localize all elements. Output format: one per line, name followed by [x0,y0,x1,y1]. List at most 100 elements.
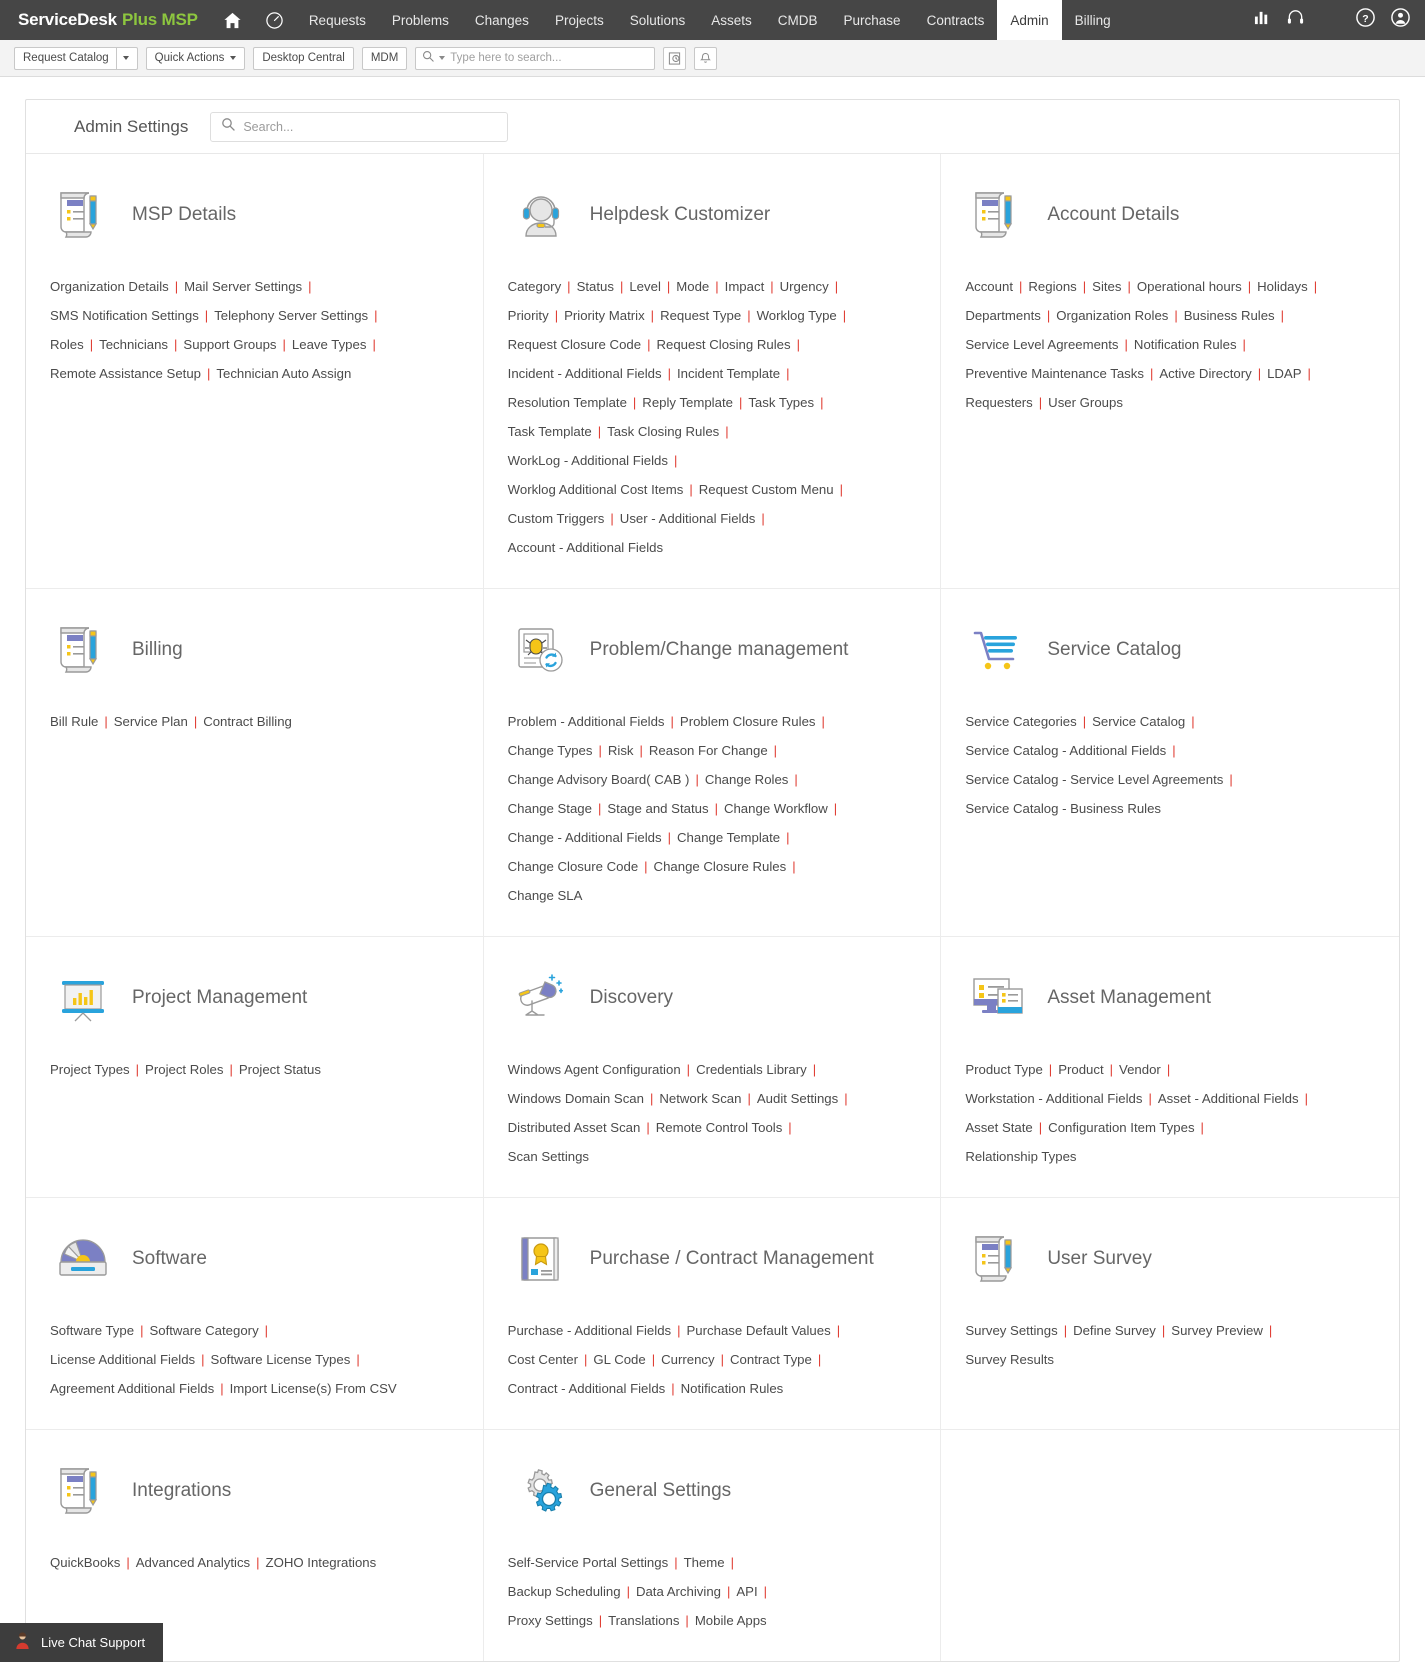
link-backup-scheduling[interactable]: Backup Scheduling [508,1584,621,1599]
link-user-groups[interactable]: User Groups [1048,395,1123,410]
link-project-status[interactable]: Project Status [239,1062,321,1077]
link-agreement-additional-fields[interactable]: Agreement Additional Fields [50,1381,214,1396]
link-task-closing-rules[interactable]: Task Closing Rules [607,424,719,439]
link-product-type[interactable]: Product Type [965,1062,1042,1077]
link-sites[interactable]: Sites [1092,279,1121,294]
link-vendor[interactable]: Vendor [1119,1062,1161,1077]
link-survey-preview[interactable]: Survey Preview [1171,1323,1263,1338]
link-windows-domain-scan[interactable]: Windows Domain Scan [508,1091,644,1106]
link-product[interactable]: Product [1058,1062,1103,1077]
link-request-closure-code[interactable]: Request Closure Code [508,337,641,352]
link-request-type[interactable]: Request Type [660,308,741,323]
link-user-additional-fields[interactable]: User - Additional Fields [620,511,756,526]
nav-item-problems[interactable]: Problems [379,0,462,40]
bar-chart-icon[interactable] [1253,9,1272,31]
link-ldap[interactable]: LDAP [1267,366,1301,381]
link-import-license-s-from-csv[interactable]: Import License(s) From CSV [230,1381,397,1396]
link-incident-template[interactable]: Incident Template [677,366,780,381]
link-distributed-asset-scan[interactable]: Distributed Asset Scan [508,1120,641,1135]
nav-item-solutions[interactable]: Solutions [617,0,699,40]
link-survey-settings[interactable]: Survey Settings [965,1323,1057,1338]
link-level[interactable]: Level [629,279,661,294]
link-proxy-settings[interactable]: Proxy Settings [508,1613,593,1628]
link-requesters[interactable]: Requesters [965,395,1032,410]
link-category[interactable]: Category [508,279,562,294]
link-api[interactable]: API [736,1584,757,1599]
link-workstation-additional-fields[interactable]: Workstation - Additional Fields [965,1091,1142,1106]
link-purchase-additional-fields[interactable]: Purchase - Additional Fields [508,1323,671,1338]
link-problem-closure-rules[interactable]: Problem Closure Rules [680,714,816,729]
link-change-stage[interactable]: Change Stage [508,801,592,816]
link-zoho-integrations[interactable]: ZOHO Integrations [266,1555,377,1570]
link-incident-additional-fields[interactable]: Incident - Additional Fields [508,366,662,381]
link-request-custom-menu[interactable]: Request Custom Menu [699,482,834,497]
link-remote-assistance-setup[interactable]: Remote Assistance Setup [50,366,201,381]
global-search-input[interactable]: Type here to search... [415,46,656,70]
desktop-central-button[interactable]: Desktop Central [253,46,354,70]
nav-item-assets[interactable]: Assets [698,0,765,40]
link-contract-billing[interactable]: Contract Billing [203,714,292,729]
link-software-category[interactable]: Software Category [149,1323,258,1338]
link-risk[interactable]: Risk [608,743,634,758]
link-worklog-additional-fields[interactable]: WorkLog - Additional Fields [508,453,668,468]
link-change-closure-rules[interactable]: Change Closure Rules [654,859,787,874]
link-preventive-maintenance-tasks[interactable]: Preventive Maintenance Tasks [965,366,1144,381]
link-request-closing-rules[interactable]: Request Closing Rules [656,337,790,352]
link-relationship-types[interactable]: Relationship Types [965,1149,1076,1164]
link-technicians[interactable]: Technicians [99,337,168,352]
link-change-template[interactable]: Change Template [677,830,780,845]
link-change-workflow[interactable]: Change Workflow [724,801,828,816]
link-stage-and-status[interactable]: Stage and Status [607,801,708,816]
link-contract-additional-fields[interactable]: Contract - Additional Fields [508,1381,666,1396]
link-reply-template[interactable]: Reply Template [642,395,733,410]
link-notification-rules[interactable]: Notification Rules [1134,337,1237,352]
link-reason-for-change[interactable]: Reason For Change [649,743,768,758]
link-software-license-types[interactable]: Software License Types [211,1352,351,1367]
link-bill-rule[interactable]: Bill Rule [50,714,98,729]
link-cost-center[interactable]: Cost Center [508,1352,578,1367]
link-organization-details[interactable]: Organization Details [50,279,169,294]
mdm-button[interactable]: MDM [361,46,408,70]
link-change-types[interactable]: Change Types [508,743,593,758]
dashboard-icon[interactable] [254,0,296,40]
link-account-additional-fields[interactable]: Account - Additional Fields [508,540,663,555]
link-survey-results[interactable]: Survey Results [965,1352,1054,1367]
link-project-roles[interactable]: Project Roles [145,1062,223,1077]
link-software-type[interactable]: Software Type [50,1323,134,1338]
link-mail-server-settings[interactable]: Mail Server Settings [184,279,302,294]
link-departments[interactable]: Departments [965,308,1041,323]
nav-item-requests[interactable]: Requests [296,0,379,40]
link-telephony-server-settings[interactable]: Telephony Server Settings [214,308,368,323]
link-service-plan[interactable]: Service Plan [114,714,188,729]
link-change-advisory-board-cab[interactable]: Change Advisory Board( CAB ) [508,772,690,787]
link-leave-types[interactable]: Leave Types [292,337,367,352]
link-license-additional-fields[interactable]: License Additional Fields [50,1352,195,1367]
link-task-template[interactable]: Task Template [508,424,592,439]
link-business-rules[interactable]: Business Rules [1184,308,1275,323]
link-operational-hours[interactable]: Operational hours [1137,279,1242,294]
link-urgency[interactable]: Urgency [780,279,829,294]
link-data-archiving[interactable]: Data Archiving [636,1584,721,1599]
link-support-groups[interactable]: Support Groups [183,337,276,352]
nav-item-projects[interactable]: Projects [542,0,617,40]
link-priority-matrix[interactable]: Priority Matrix [564,308,645,323]
link-service-level-agreements[interactable]: Service Level Agreements [965,337,1118,352]
link-asset-additional-fields[interactable]: Asset - Additional Fields [1158,1091,1299,1106]
link-change-additional-fields[interactable]: Change - Additional Fields [508,830,662,845]
link-scan-settings[interactable]: Scan Settings [508,1149,589,1164]
link-holidays[interactable]: Holidays [1257,279,1308,294]
link-remote-control-tools[interactable]: Remote Control Tools [656,1120,783,1135]
live-chat-support-button[interactable]: Live Chat Support [0,1623,164,1662]
link-mobile-apps[interactable]: Mobile Apps [695,1613,767,1628]
link-account[interactable]: Account [965,279,1013,294]
link-notification-rules[interactable]: Notification Rules [681,1381,784,1396]
link-quickbooks[interactable]: QuickBooks [50,1555,120,1570]
link-theme[interactable]: Theme [684,1555,725,1570]
link-translations[interactable]: Translations [608,1613,679,1628]
nav-item-cmdb[interactable]: CMDB [765,0,831,40]
link-worklog-additional-cost-items[interactable]: Worklog Additional Cost Items [508,482,684,497]
link-service-catalog[interactable]: Service Catalog [1092,714,1185,729]
bell-icon[interactable] [694,46,718,70]
link-sms-notification-settings[interactable]: SMS Notification Settings [50,308,199,323]
chevron-down-icon[interactable] [115,47,129,69]
